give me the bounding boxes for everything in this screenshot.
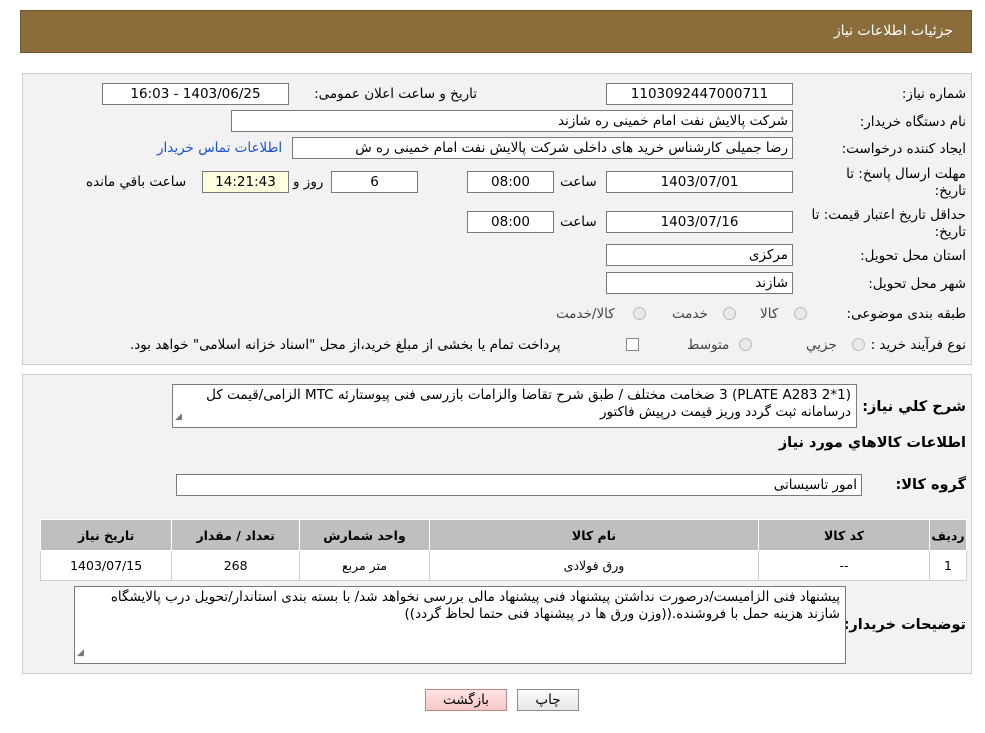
buyer-contact-link[interactable]: اطلاعات تماس خریدار: [157, 140, 282, 156]
validity-label: حداقل تاریخ اعتبار قیمت: تا: [811, 207, 966, 223]
deadline-date-field: 1403/07/01: [606, 171, 793, 193]
print-button[interactable]: چاپ: [517, 689, 579, 711]
process-radio-medium[interactable]: [739, 338, 752, 351]
description-label: شرح كلي نياز:: [862, 399, 966, 415]
deadline-label-date: تاریخ:: [934, 183, 966, 199]
col-quantity: تعداد / مقدار: [171, 519, 301, 551]
announce-label: تاریخ و ساعت اعلان عمومی:: [314, 86, 477, 102]
remaining-time-field: 14:21:43: [202, 171, 289, 193]
cell-quantity: 268: [171, 550, 301, 581]
col-unit: واحد شمارش: [299, 519, 430, 551]
city-field: شازند: [606, 272, 793, 294]
validity-time-label: ساعت: [560, 214, 597, 230]
validity-date-field: 1403/07/16: [606, 211, 793, 233]
category-radio-service[interactable]: [723, 307, 736, 320]
cell-unit: متر مربع: [299, 550, 430, 581]
cell-row: 1: [929, 550, 967, 581]
process-option-minor: جزيي: [806, 337, 837, 353]
category-option-goods: کالا: [760, 306, 779, 322]
goods-group-label: گروه كالا:: [895, 477, 966, 493]
goods-info-title: اطلاعات كالاهاي مورد نياز: [778, 435, 966, 451]
creator-field: رضا جمیلی کارشناس خرید های داخلی شرکت پا…: [292, 137, 793, 159]
buyer-notes-field: پیشنهاد فنی الزامیست/درصورت نداشتن پیشنه…: [74, 586, 846, 664]
category-radio-goods[interactable]: [794, 307, 807, 320]
cell-code: --: [758, 550, 931, 581]
announce-datetime-field: 1403/06/25 - 16:03: [102, 83, 289, 105]
cell-need-date: 1403/07/15: [39, 550, 173, 581]
buyer-org-label: نام دستگاه خریدار:: [859, 114, 966, 130]
province-label: استان محل تحویل:: [860, 248, 966, 264]
col-code: کد کالا: [758, 519, 931, 551]
col-need-date: تاریخ نیاز: [39, 519, 173, 551]
validity-label-date: تاریخ:: [934, 224, 966, 240]
resize-grip-icon[interactable]: ◢: [77, 645, 84, 662]
city-label: شهر محل تحویل:: [868, 276, 966, 292]
description-text: (1*PLATE A283 2) 3 ضخامت مختلف / طبق شرح…: [206, 387, 851, 420]
buyer-org-field: شرکت پالایش نفت امام خمینی ره شازند: [231, 110, 793, 132]
need-number-label: شماره نیاز:: [901, 86, 966, 102]
validity-time-field: 08:00: [467, 211, 554, 233]
category-option-goods-service: کالا/خدمت: [556, 306, 615, 322]
deadline-label: مهلت ارسال پاسخ: تا: [846, 166, 966, 182]
resize-grip-icon[interactable]: ◢: [175, 409, 182, 426]
days-remaining-field: 6: [331, 171, 418, 193]
remaining-label: ساعت باقي مانده: [86, 174, 187, 190]
treasury-payment-checkbox[interactable]: [626, 338, 639, 351]
description-field: (1*PLATE A283 2) 3 ضخامت مختلف / طبق شرح…: [172, 384, 857, 428]
days-label: روز و: [293, 174, 324, 190]
deadline-time-field: 08:00: [467, 171, 554, 193]
cell-name: ورق فولادی: [428, 550, 760, 581]
category-option-service: خدمت: [672, 306, 708, 322]
category-radio-goods-service[interactable]: [633, 307, 646, 320]
col-name: نام کالا: [428, 519, 760, 551]
payment-note: پرداخت تمام یا بخشی از مبلغ خرید،از محل …: [130, 337, 561, 353]
category-label: طبقه بندی موضوعی:: [846, 306, 966, 322]
deadline-time-label: ساعت: [560, 174, 597, 190]
process-label: نوع فرآیند خرید :: [870, 337, 966, 353]
goods-group-field: امور تاسیساتی: [176, 474, 862, 496]
table-row: 1 -- ورق فولادی متر مربع 268 1403/07/15: [39, 550, 967, 581]
process-option-medium: متوسط: [687, 337, 730, 353]
page-title: جزئیات اطلاعات نیاز: [833, 23, 953, 39]
buyer-notes-label: توضیحات خریدار:: [843, 617, 966, 633]
buyer-notes-text: پیشنهاد فنی الزامیست/درصورت نداشتن پیشنه…: [110, 589, 840, 622]
goods-table: رديف کد کالا نام کالا واحد شمارش تعداد /…: [39, 519, 967, 581]
page-header: جزئیات اطلاعات نیاز: [20, 10, 972, 53]
province-field: مرکزی: [606, 244, 793, 266]
col-row: رديف: [929, 519, 967, 551]
goods-table-header: رديف کد کالا نام کالا واحد شمارش تعداد /…: [39, 519, 967, 551]
need-number-field: 1103092447000711: [606, 83, 793, 105]
back-button[interactable]: بازگشت: [425, 689, 507, 711]
creator-label: ایجاد کننده درخواست:: [841, 141, 966, 157]
process-radio-minor[interactable]: [852, 338, 865, 351]
